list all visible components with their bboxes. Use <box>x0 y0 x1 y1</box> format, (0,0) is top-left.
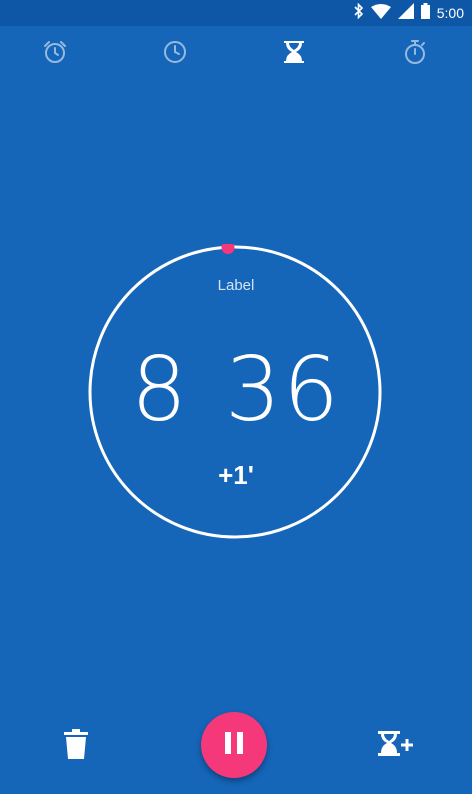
status-time: 5:00 <box>436 5 464 21</box>
tab-clock[interactable] <box>159 38 191 70</box>
tab-stopwatch[interactable] <box>399 38 431 70</box>
tab-alarm[interactable] <box>39 38 71 70</box>
signal-icon <box>397 3 414 23</box>
clock-icon <box>162 39 188 69</box>
status-icons: 5:00 <box>354 2 464 24</box>
add-timer-button[interactable] <box>374 726 416 766</box>
bluetooth-icon <box>354 2 364 23</box>
stopwatch-icon <box>402 39 428 69</box>
progress-indicator-dot <box>221 244 235 254</box>
delete-timer-button[interactable] <box>58 726 94 766</box>
wifi-icon <box>370 3 391 23</box>
tab-bar <box>0 26 472 84</box>
add-timer-icon <box>376 729 414 763</box>
timer-label[interactable]: Label <box>0 277 472 294</box>
pause-button[interactable] <box>201 712 267 778</box>
timer-remaining-time: 8 36 <box>131 338 341 441</box>
status-bar: 5:00 <box>0 0 472 26</box>
pause-icon <box>223 731 245 759</box>
alarm-clock-icon <box>42 39 68 69</box>
battery-icon <box>420 3 430 23</box>
add-one-minute-button[interactable]: +1' <box>0 460 472 491</box>
trash-icon <box>64 729 88 763</box>
hourglass-icon <box>282 39 306 69</box>
tab-timer[interactable] <box>278 38 310 70</box>
